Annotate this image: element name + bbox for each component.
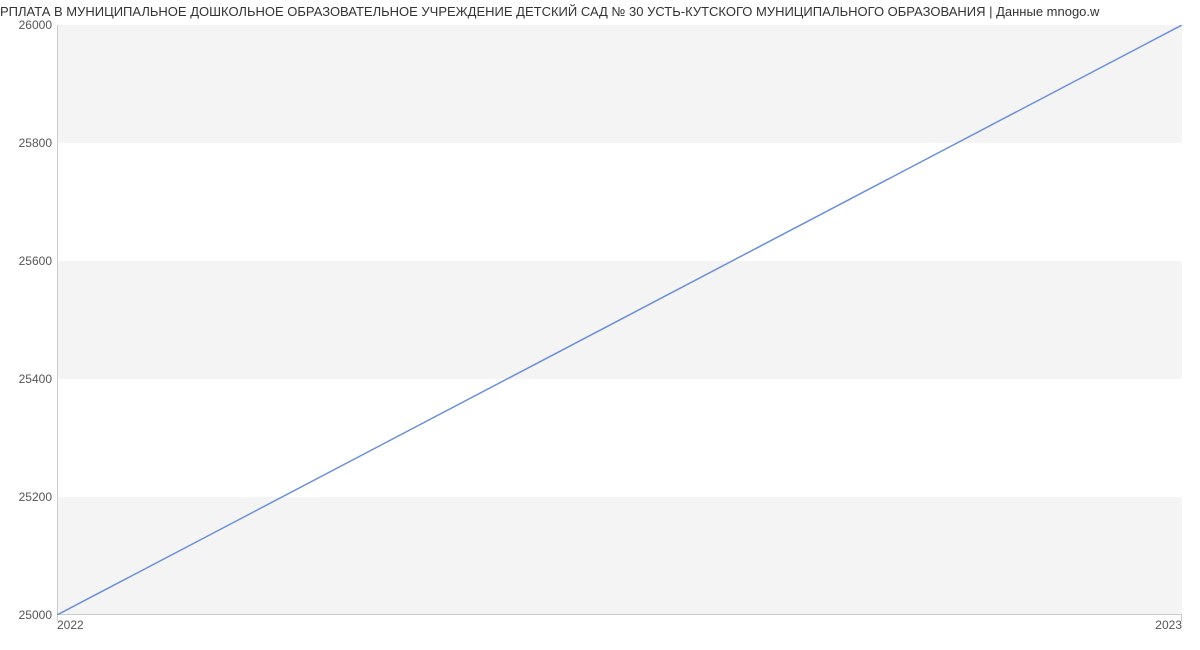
chart-title: РПЛАТА В МУНИЦИПАЛЬНОЕ ДОШКОЛЬНОЕ ОБРАЗО…	[0, 4, 1200, 19]
y-tick-label: 26000	[19, 18, 52, 32]
x-tick-mark	[1181, 615, 1182, 621]
x-tick-label: 2022	[57, 618, 84, 632]
y-tick-label: 25800	[19, 136, 52, 150]
x-tick-label: 2023	[1155, 618, 1182, 632]
y-tick-label: 25200	[19, 490, 52, 504]
chart-line	[57, 25, 1182, 615]
x-tick-mark	[57, 615, 58, 621]
y-tick-label: 25000	[19, 608, 52, 622]
y-tick-label: 25600	[19, 254, 52, 268]
plot-area	[57, 25, 1182, 615]
y-tick-label: 25400	[19, 372, 52, 386]
